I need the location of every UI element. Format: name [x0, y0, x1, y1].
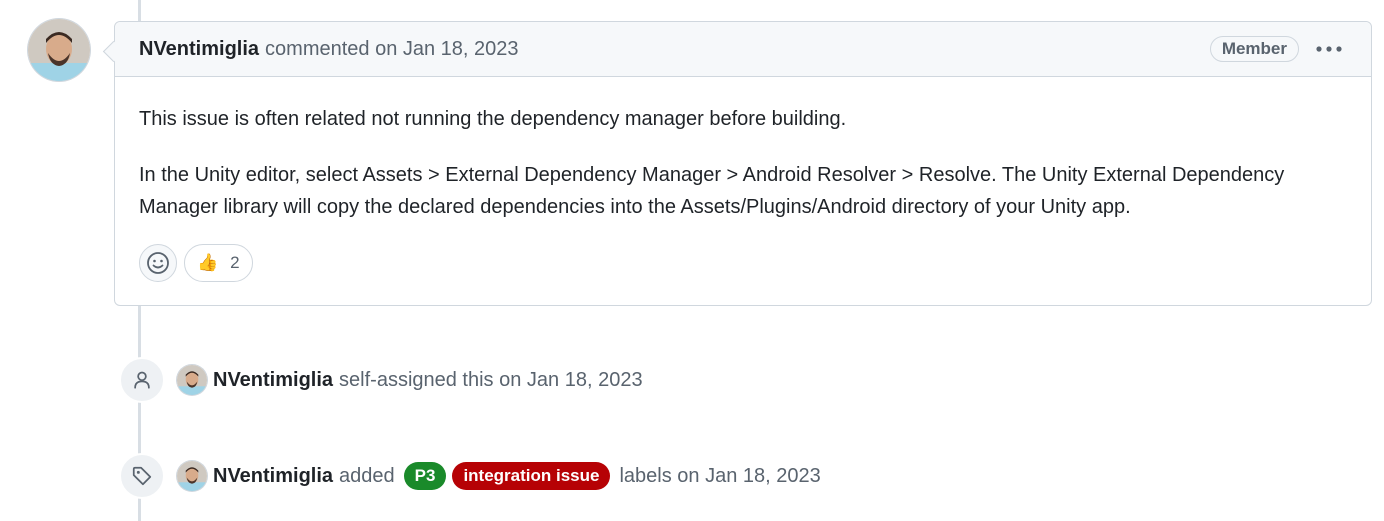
reactions-bar: 👍 2 [139, 244, 253, 282]
avatar[interactable] [177, 461, 207, 491]
add-reaction-button[interactable] [139, 244, 177, 282]
timeline-event-labeled: NVentimiglia added P3 integration issue … [119, 453, 821, 499]
comment-box: NVentimiglia commented on Jan 18, 2023 M… [114, 21, 1372, 306]
timeline-event-assigned: NVentimiglia self-assigned this on Jan 1… [119, 357, 643, 403]
comment-author[interactable]: NVentimiglia [139, 38, 259, 61]
smiley-icon [147, 252, 169, 274]
label-integration-issue[interactable]: integration issue [452, 462, 611, 490]
thumbs-up-icon: 👍 [197, 253, 219, 272]
event-prefix: added [339, 464, 395, 487]
event-text[interactable]: self-assigned this on Jan 18, 2023 [339, 369, 643, 392]
event-author[interactable]: NVentimiglia [213, 465, 333, 488]
tag-icon [119, 453, 165, 499]
member-badge: Member [1209, 36, 1299, 62]
comment-paragraph: In the Unity editor, select Assets > Ext… [139, 164, 1285, 218]
kebab-menu-icon[interactable] [1315, 40, 1343, 58]
comment-action[interactable]: commented on Jan 18, 2023 [265, 38, 519, 61]
avatar[interactable] [177, 365, 207, 395]
reaction-count: 2 [230, 253, 240, 272]
comment-paragraph: This issue is often related not running … [139, 108, 847, 130]
event-suffix[interactable]: labels on Jan 18, 2023 [619, 465, 820, 488]
avatar[interactable] [28, 19, 90, 81]
reaction-thumbs-up[interactable]: 👍 2 [184, 244, 253, 282]
comment-body: This issue is often related not running … [115, 77, 1371, 223]
label-p3[interactable]: P3 [403, 462, 447, 490]
person-icon [119, 357, 165, 403]
event-author[interactable]: NVentimiglia [213, 369, 333, 392]
comment-header: NVentimiglia commented on Jan 18, 2023 M… [115, 22, 1371, 77]
